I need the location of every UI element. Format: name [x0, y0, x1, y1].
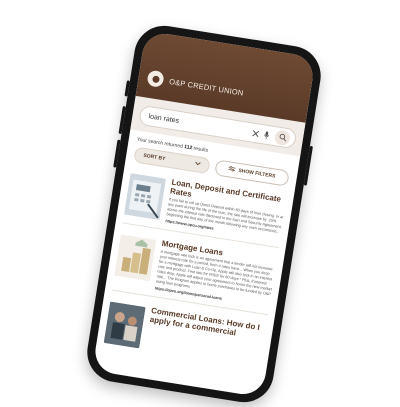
- sort-by-label: SORT BY: [143, 153, 166, 162]
- phone-silent-switch: [124, 80, 129, 96]
- microphone-icon[interactable]: [261, 128, 272, 141]
- stage: O&P CREDIT UNION loan rates Y: [0, 0, 400, 400]
- result-thumbnail-calculator: [124, 173, 166, 220]
- clear-icon[interactable]: [249, 126, 261, 139]
- result-title[interactable]: Commercial Loans: How do I apply for a c…: [149, 306, 266, 342]
- result-thumbnail-coins: [114, 234, 156, 281]
- show-filters-label: SHOW FILTERS: [238, 168, 276, 180]
- search-input[interactable]: loan rates: [148, 113, 251, 136]
- result-thumbnail-people: [104, 301, 146, 348]
- filter-sliders-icon: [228, 165, 236, 174]
- result-body: Mortgage Loans A mortgage rate lock is a…: [154, 239, 277, 309]
- logo-ring-icon[interactable]: [146, 70, 164, 88]
- chevron-down-icon: [194, 161, 201, 168]
- phone-volume-up: [119, 106, 126, 134]
- brand-name: O&P CREDIT UNION: [169, 77, 245, 98]
- result-body: Commercial Loans: How do I apply for a c…: [145, 306, 266, 368]
- results-summary-suffix: results: [192, 145, 209, 153]
- phone-frame: O&P CREDIT UNION loan rates Y: [83, 22, 325, 407]
- phone-volume-down: [113, 140, 120, 168]
- phone-power-button: [304, 146, 313, 186]
- search-icon[interactable]: [274, 129, 291, 146]
